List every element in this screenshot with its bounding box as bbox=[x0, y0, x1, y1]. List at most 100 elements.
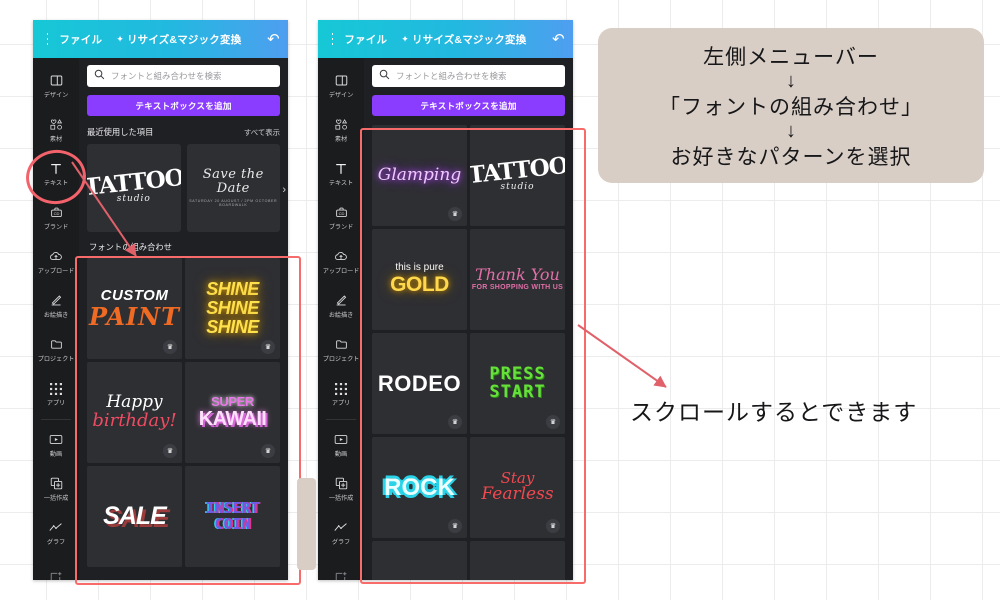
sidebar-item-draw[interactable]: お絵描き bbox=[33, 284, 79, 328]
thumb-subtext: Fearless bbox=[481, 484, 554, 505]
thumb-text: PRESS bbox=[489, 363, 546, 384]
font-combo-item[interactable]: SHINE SHINE SHINE ♛ bbox=[185, 258, 280, 359]
upload-cloud-icon bbox=[334, 249, 348, 264]
search-placeholder: フォントと組み合わせを検索 bbox=[111, 71, 222, 81]
thumb-text: SALE bbox=[387, 577, 452, 580]
add-textbox-button[interactable]: テキストボックスを追加 bbox=[87, 95, 280, 116]
undo-icon[interactable]: ↷ bbox=[552, 31, 565, 48]
file-menu[interactable]: ファイル bbox=[59, 32, 102, 47]
sidebar-item-charts[interactable]: グラフ bbox=[318, 511, 364, 555]
upload-cloud-icon bbox=[49, 249, 63, 264]
font-combo-item[interactable]: SALE bbox=[372, 541, 467, 580]
thumb-subtext: COIN bbox=[214, 514, 251, 533]
sidebar-item-brand[interactable]: CD ブランド bbox=[318, 196, 364, 240]
sidebar-item-apps[interactable]: アプリ bbox=[318, 372, 364, 416]
sidebar-item-brand[interactable]: CD ブランド bbox=[33, 196, 79, 240]
sidebar-label: テキスト bbox=[328, 180, 354, 187]
file-menu[interactable]: ファイル bbox=[344, 32, 387, 47]
font-combo-item[interactable]: INSERT COIN bbox=[185, 466, 280, 567]
thumb-subtext: KAWAII bbox=[198, 407, 267, 430]
sidebar-item-elements[interactable]: 素材 bbox=[33, 108, 79, 152]
rail-divider bbox=[41, 419, 71, 420]
crown-pro-icon: ♛ bbox=[261, 340, 275, 354]
annotation-line-2: 「フォントの組み合わせ」 bbox=[659, 94, 923, 119]
annotation-arrow-2: ↓ bbox=[786, 119, 796, 142]
search-icon bbox=[94, 67, 105, 85]
font-combo-item[interactable]: SALE bbox=[87, 466, 182, 567]
sidebar-label: デザイン bbox=[43, 92, 69, 99]
font-combo-item[interactable]: ME bbox=[470, 541, 565, 580]
sidebar-item-projects[interactable]: プロジェクト bbox=[33, 328, 79, 372]
sidebar-label: お絵描き bbox=[43, 312, 69, 319]
pen-draw-icon bbox=[50, 293, 63, 308]
recent-title: 最近使用した項目 bbox=[87, 127, 154, 137]
sparkle-icon: ✦ bbox=[116, 33, 124, 44]
sidebar-item-text[interactable]: テキスト bbox=[33, 152, 79, 196]
search-input[interactable]: フォントと組み合わせを検索 bbox=[87, 65, 280, 87]
crown-pro-icon: ♛ bbox=[448, 415, 462, 429]
search-input[interactable]: フォントと組み合わせを検索 bbox=[372, 65, 565, 87]
sidebar-item-video[interactable]: 動画 bbox=[33, 423, 79, 467]
recent-item-save-the-date[interactable]: Save the Date SATURDAY 20 AUGUST / 2PM O… bbox=[186, 144, 280, 232]
see-all-link[interactable]: すべて表示 bbox=[244, 127, 280, 138]
sidebar-item-draw[interactable]: お絵描き bbox=[318, 284, 364, 328]
thumb-subtext: SATURDAY 20 AUGUST / 2PM OCTOBER BOARDWA… bbox=[189, 199, 278, 208]
sidebar-item-elements[interactable]: 素材 bbox=[318, 108, 364, 152]
font-combo-item[interactable]: this is pure GOLD bbox=[372, 229, 467, 330]
sidebar-item-text[interactable]: テキスト bbox=[318, 152, 364, 196]
add-textbox-button[interactable]: テキストボックスを追加 bbox=[372, 95, 565, 116]
top-toolbar: ファイル ✦ リサイズ&マジック変換 ↷ bbox=[318, 20, 573, 58]
sidebar-item-uploads[interactable]: アップロード bbox=[33, 240, 79, 284]
undo-icon[interactable]: ↷ bbox=[267, 31, 280, 48]
sidebar-item-video[interactable]: 動画 bbox=[318, 423, 364, 467]
thumb-text: RODEO bbox=[377, 370, 462, 396]
folder-icon bbox=[335, 337, 348, 352]
panel-body: デザイン 素材 テキスト CD ブランド アップロード お絵描き プロジェクト … bbox=[33, 58, 288, 580]
sidebar-item-apps[interactable]: アプリ bbox=[33, 372, 79, 416]
font-combo-item[interactable]: PRESS START ♛ bbox=[470, 333, 565, 434]
shapes-icon bbox=[49, 117, 63, 132]
sidebar-item-projects[interactable]: プロジェクト bbox=[318, 328, 364, 372]
font-combo-item[interactable]: Glamping ♛ bbox=[372, 125, 467, 226]
canva-window-1: ファイル ✦ リサイズ&マジック変換 ↷ デザイン 素材 テキスト CD ブラン… bbox=[33, 20, 288, 580]
sidebar-item-uploads[interactable]: アップロード bbox=[318, 240, 364, 284]
font-combo-item[interactable]: ROCK ♛ bbox=[372, 437, 467, 538]
sidebar-item-charts[interactable]: グラフ bbox=[33, 511, 79, 555]
font-combo-item[interactable]: Thank You FOR SHOPPING WITH US bbox=[470, 229, 565, 330]
thumb-subtext: START bbox=[489, 381, 546, 402]
magic-resize-menu[interactable]: ✦ リサイズ&マジック変換 bbox=[116, 32, 241, 47]
recent-items-row: TATTOO studio Save the Date SATURDAY 20 … bbox=[87, 144, 286, 232]
sidebar-item-image-add[interactable] bbox=[33, 555, 79, 580]
sidebar-label: 動画 bbox=[49, 451, 63, 458]
crown-pro-icon: ♛ bbox=[163, 444, 177, 458]
magic-resize-label: リサイズ&マジック変換 bbox=[411, 33, 527, 46]
thumb-text: Save the Date bbox=[202, 167, 264, 196]
pen-draw-icon bbox=[335, 293, 348, 308]
video-play-icon bbox=[49, 432, 63, 447]
crown-pro-icon: ♛ bbox=[261, 444, 275, 458]
panel-body: デザイン 素材 テキスト CD ブランド アップロード お絵描き プロジェクト … bbox=[318, 58, 573, 580]
thumb-subtext: GOLD bbox=[390, 272, 449, 296]
font-combo-title: フォントの組み合わせ bbox=[89, 242, 172, 252]
font-combo-item[interactable]: RODEO ♛ bbox=[372, 333, 467, 434]
chevron-right-icon[interactable]: › bbox=[282, 184, 286, 196]
magic-resize-menu[interactable]: ✦ リサイズ&マジック変換 bbox=[401, 32, 526, 47]
font-combo-item[interactable]: Happy birthday! ♛ bbox=[87, 362, 182, 463]
font-combo-item[interactable]: Stay Fearless ♛ bbox=[470, 437, 565, 538]
sidebar-item-bulk-create[interactable]: 一括作成 bbox=[318, 467, 364, 511]
sidebar-label: 素材 bbox=[49, 136, 63, 143]
sidebar-item-design[interactable]: デザイン bbox=[318, 64, 364, 108]
sidebar-label: デザイン bbox=[328, 92, 354, 99]
sidebar-item-bulk-create[interactable]: 一括作成 bbox=[33, 467, 79, 511]
font-combo-item[interactable]: SUPER KAWAII ♛ bbox=[185, 362, 280, 463]
font-combo-item[interactable]: TATTOO studio bbox=[470, 125, 565, 226]
canva-window-2: ファイル ✦ リサイズ&マジック変換 ↷ デザイン 素材 テキスト CD ブラン… bbox=[318, 20, 573, 580]
crown-pro-icon: ♛ bbox=[163, 340, 177, 354]
sidebar-item-design[interactable]: デザイン bbox=[33, 64, 79, 108]
recent-item-tattoo[interactable]: TATTOO studio bbox=[87, 144, 181, 232]
layout-icon bbox=[50, 73, 63, 88]
folder-icon bbox=[50, 337, 63, 352]
sidebar-item-image-add[interactable] bbox=[318, 555, 364, 580]
sidebar-label: ブランド bbox=[43, 224, 69, 231]
font-combo-item[interactable]: CUSTOM PAINT ♛ bbox=[87, 258, 182, 359]
